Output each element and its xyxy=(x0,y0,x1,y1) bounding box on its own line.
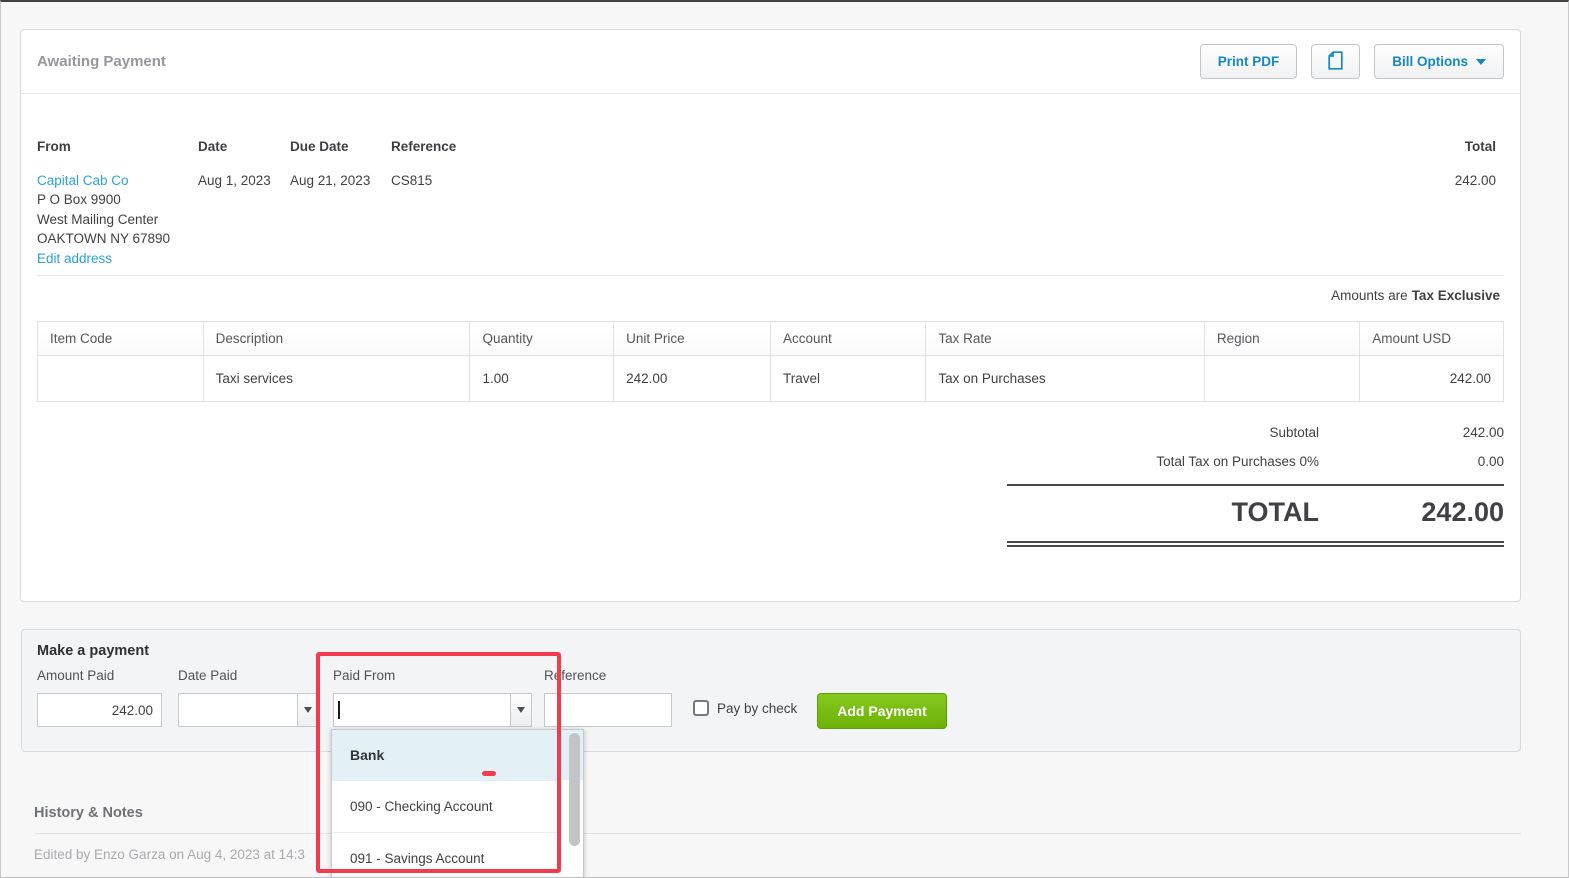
page-title: Awaiting Payment xyxy=(37,53,166,70)
paid-from-dropdown-button[interactable] xyxy=(510,693,532,727)
table-row: Taxi services 1.00 242.00 Travel Tax on … xyxy=(37,355,1504,402)
pay-by-check-label: Pay by check xyxy=(717,701,798,716)
history-section: History & Notes Edited by Enzo Garza on … xyxy=(34,805,1521,862)
date-paid-combo xyxy=(178,693,319,727)
chevron-down-icon xyxy=(517,707,525,713)
contact-link[interactable]: Capital Cab Co xyxy=(37,171,198,191)
subtotal-row: Subtotal 242.00 xyxy=(1007,418,1504,447)
col-quantity: Quantity xyxy=(469,321,615,356)
date-label: Date xyxy=(198,139,228,154)
totals-double-rule xyxy=(1007,541,1504,547)
header-actions: Print PDF Bill Options xyxy=(1199,44,1504,79)
address-line: P O Box 9900 xyxy=(37,192,121,207)
subtotal-value: 242.00 xyxy=(1462,425,1504,440)
address-line: OAKTOWN NY 67890 xyxy=(37,231,171,246)
bill-body: From Capital Cab Co P O Box 9900 West Ma… xyxy=(21,94,1520,547)
document-icon xyxy=(1328,50,1343,73)
copy-document-button[interactable] xyxy=(1311,44,1361,79)
chevron-down-icon xyxy=(1476,58,1486,65)
annotation-dash xyxy=(482,771,496,776)
make-payment-title: Make a payment xyxy=(37,643,150,659)
cell-region xyxy=(1203,355,1361,402)
amounts-note: Amounts are Tax Exclusive xyxy=(37,288,1504,303)
history-title: History & Notes xyxy=(34,805,143,821)
bill-panel: Awaiting Payment Print PDF Bill Options xyxy=(20,29,1521,602)
date-block: Date Aug 1, 2023 xyxy=(198,137,290,268)
payment-reference-label: Reference xyxy=(544,668,607,683)
col-item-code: Item Code xyxy=(37,321,204,356)
dropdown-scrollbar[interactable] xyxy=(569,733,580,846)
cell-item-code xyxy=(37,355,204,402)
due-date-value: Aug 21, 2023 xyxy=(290,172,371,188)
total-value: 242.00 xyxy=(1454,172,1496,188)
line-items-table: Item Code Description Quantity Unit Pric… xyxy=(37,321,1504,402)
dropdown-option-savings[interactable]: 091 - Savings Account xyxy=(332,832,559,877)
amounts-note-bold: Tax Exclusive xyxy=(1411,288,1500,303)
cell-unit-price: 242.00 xyxy=(613,355,771,402)
date-paid-dropdown-button[interactable] xyxy=(297,693,319,727)
text-cursor xyxy=(338,701,340,719)
due-date-block: Due Date Aug 21, 2023 xyxy=(290,137,391,268)
grand-total-value: 242.00 xyxy=(1421,497,1504,527)
dropdown-group-label: Bank xyxy=(350,747,385,763)
cell-quantity: 1.00 xyxy=(469,355,615,402)
total-block: Total 242.00 xyxy=(1455,137,1504,268)
col-tax-rate: Tax Rate xyxy=(925,321,1205,356)
address-line: West Mailing Center xyxy=(37,211,159,227)
add-payment-button[interactable]: Add Payment xyxy=(817,693,947,729)
col-description: Description xyxy=(202,321,471,356)
col-unit-price: Unit Price xyxy=(613,321,771,356)
paid-from-label: Paid From xyxy=(333,668,396,683)
col-region: Region xyxy=(1203,321,1361,356)
cell-account: Travel xyxy=(769,355,927,402)
reference-block: Reference CS815 xyxy=(391,137,531,268)
paid-from-dropdown: Bank 090 - Checking Account 091 - Saving… xyxy=(331,729,584,877)
totals-block: Subtotal 242.00 Total Tax on Purchases 0… xyxy=(1007,418,1504,547)
bill-options-button[interactable]: Bill Options xyxy=(1374,44,1504,79)
grand-total-row: TOTAL 242.00 xyxy=(1007,486,1505,541)
paid-from-input[interactable] xyxy=(333,693,510,727)
pay-by-check-checkbox[interactable] xyxy=(693,700,709,716)
date-value: Aug 1, 2023 xyxy=(198,172,271,188)
from-block: From Capital Cab Co P O Box 9900 West Ma… xyxy=(37,137,198,268)
subtotal-label: Subtotal xyxy=(1269,425,1319,440)
table-header-row: Item Code Description Quantity Unit Pric… xyxy=(37,321,1504,356)
make-payment-panel: Make a payment Amount Paid Date Paid Pai… xyxy=(21,629,1521,752)
due-date-label: Due Date xyxy=(290,139,349,154)
date-paid-input[interactable] xyxy=(178,693,297,727)
reference-label: Reference xyxy=(391,139,457,154)
payment-reference-input[interactable] xyxy=(544,693,672,727)
divider xyxy=(37,275,1504,276)
tax-row: Total Tax on Purchases 0% 0.00 xyxy=(1007,447,1504,484)
paid-from-combo xyxy=(333,693,532,727)
print-pdf-button[interactable]: Print PDF xyxy=(1199,44,1298,79)
col-account: Account xyxy=(769,321,927,356)
col-amount: Amount USD xyxy=(1359,321,1504,356)
dropdown-option-checking[interactable]: 090 - Checking Account xyxy=(332,780,559,832)
tax-value: 0.00 xyxy=(1477,454,1504,469)
amount-paid-label: Amount Paid xyxy=(37,668,115,683)
amount-paid-input[interactable] xyxy=(37,693,162,727)
cell-tax-rate: Tax on Purchases xyxy=(925,355,1205,402)
edit-address-link[interactable]: Edit address xyxy=(37,249,198,269)
bill-page: Awaiting Payment Print PDF Bill Options xyxy=(0,0,1569,878)
cell-amount: 242.00 xyxy=(1359,355,1504,402)
tax-label: Total Tax on Purchases 0% xyxy=(1156,454,1319,469)
grand-total-label: TOTAL xyxy=(1231,497,1320,527)
bill-panel-header: Awaiting Payment Print PDF Bill Options xyxy=(21,30,1520,94)
bill-options-label: Bill Options xyxy=(1392,54,1468,69)
amounts-note-prefix: Amounts are xyxy=(1331,288,1408,303)
cell-description: Taxi services xyxy=(202,355,471,402)
chevron-down-icon xyxy=(304,707,312,713)
total-label: Total xyxy=(1464,139,1496,154)
reference-value: CS815 xyxy=(391,172,433,188)
history-entry: Edited by Enzo Garza on Aug 4, 2023 at 1… xyxy=(34,847,305,862)
date-paid-label: Date Paid xyxy=(178,668,238,683)
divider xyxy=(34,833,1521,834)
dropdown-group-header: Bank xyxy=(332,730,583,780)
from-label: From xyxy=(37,139,71,154)
bill-meta: From Capital Cab Co P O Box 9900 West Ma… xyxy=(37,137,1504,268)
